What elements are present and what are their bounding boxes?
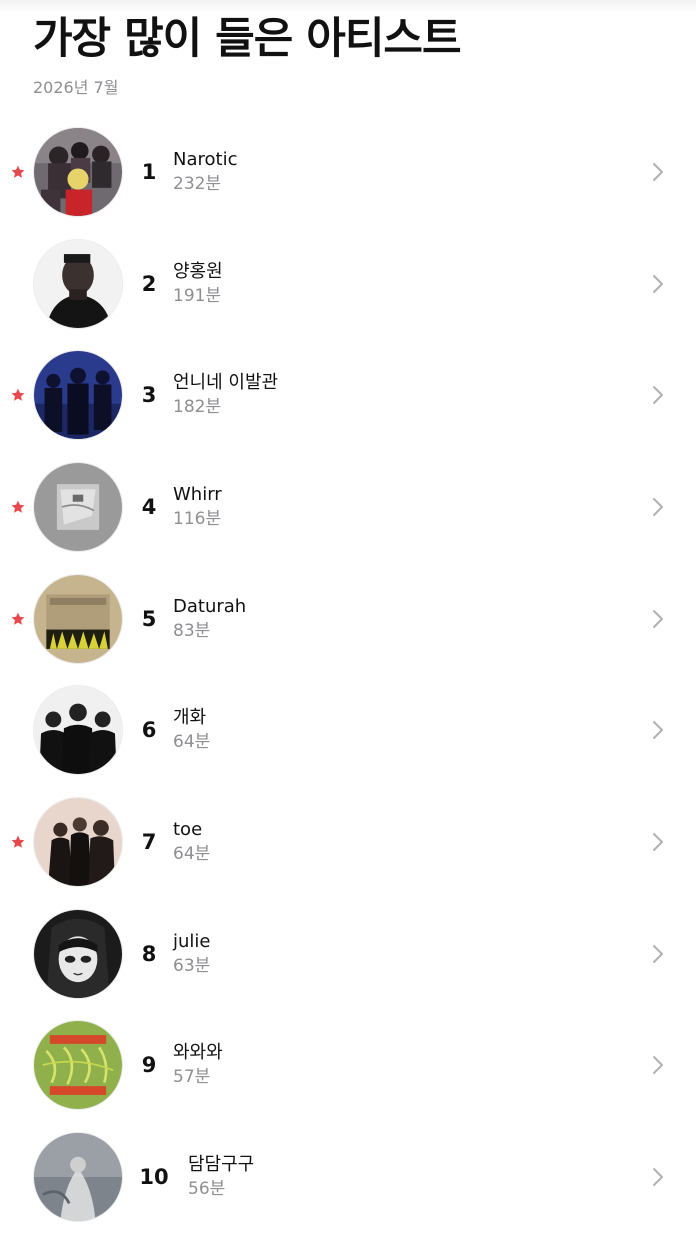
artist-row-9[interactable]: 9 와와와 57분: [0, 1010, 696, 1122]
artist-name: 담담구구: [188, 1154, 255, 1176]
artist-info: Whirr 116분: [173, 483, 222, 531]
artist-avatar: [33, 908, 123, 999]
rank-number: 7: [141, 829, 157, 854]
rank-number: 4: [141, 494, 157, 519]
listening-minutes: 64분: [173, 843, 211, 864]
artist-row-4[interactable]: 4 Whirr 116분: [0, 451, 696, 563]
artist-avatar: [33, 126, 123, 217]
artist-row-7[interactable]: 7 toe 64분: [0, 786, 696, 898]
artist-info: 개화 64분: [173, 706, 210, 754]
artist-name: 와와와: [173, 1042, 223, 1064]
chevron-right-icon: [653, 274, 663, 293]
artist-list: 1 Narotic 232분 2 양홍원 191분 3 언니네 이발관 182분…: [0, 116, 696, 1233]
chevron-right-icon: [653, 944, 663, 963]
listening-minutes: 232분: [173, 173, 222, 194]
artist-name: 양홍원: [173, 260, 223, 282]
rank-number: 6: [141, 718, 157, 743]
rank-number: 10: [139, 1165, 169, 1190]
chevron-right-icon: [653, 386, 663, 405]
chevron-right-icon: [653, 609, 663, 628]
listening-minutes: 57분: [173, 1067, 211, 1088]
rank-number: 1: [141, 159, 157, 184]
listening-minutes: 64분: [173, 732, 211, 753]
artist-name: 개화: [173, 707, 207, 729]
rank-number: 5: [141, 606, 157, 631]
star-icon: [11, 165, 25, 178]
artist-info: julie 63분: [173, 930, 211, 978]
artist-row-1[interactable]: 1 Narotic 232분: [0, 116, 696, 228]
chevron-right-icon: [653, 497, 663, 516]
chevron-right-icon: [653, 162, 663, 181]
artist-name: Whirr: [173, 483, 222, 505]
listening-minutes: 63분: [173, 955, 211, 976]
artist-avatar: [33, 238, 123, 329]
artist-info: 담담구구 56분: [188, 1153, 254, 1201]
artist-avatar: [33, 1132, 123, 1223]
listening-minutes: 56분: [188, 1179, 226, 1200]
artist-row-2[interactable]: 2 양홍원 191분: [0, 228, 696, 340]
artist-name: 언니네 이발관: [173, 372, 279, 394]
artist-avatar: [33, 573, 123, 664]
star-icon: [11, 500, 25, 513]
artist-avatar: [33, 461, 123, 552]
artist-name: julie: [173, 930, 211, 952]
star-icon: [11, 835, 25, 848]
artist-row-3[interactable]: 3 언니네 이발관 182분: [0, 339, 696, 451]
star-icon: [11, 612, 25, 625]
artist-info: Narotic 232분: [173, 148, 237, 196]
listening-minutes: 83분: [173, 620, 211, 641]
page-title: 가장 많이 들은 아티스트: [33, 14, 462, 64]
artist-info: 양홍원 191분: [173, 260, 223, 308]
listening-minutes: 191분: [173, 285, 222, 306]
artist-name: Daturah: [173, 595, 247, 617]
artist-avatar: [33, 796, 123, 887]
artist-avatar: [33, 1020, 123, 1111]
artist-info: 와와와 57분: [173, 1041, 223, 1089]
artist-row-5[interactable]: 5 Daturah 83분: [0, 563, 696, 675]
artist-avatar: [33, 350, 123, 441]
artist-name: toe: [173, 818, 203, 840]
rank-number: 2: [141, 271, 157, 296]
chevron-right-icon: [653, 832, 663, 851]
artist-row-6[interactable]: 6 개화 64분: [0, 674, 696, 786]
rank-number: 8: [141, 941, 157, 966]
listening-minutes: 116분: [173, 508, 222, 529]
artist-info: Daturah 83분: [173, 595, 246, 643]
rank-number: 3: [141, 383, 157, 408]
top-edge-shadow: [0, 0, 696, 14]
artist-avatar: [33, 685, 123, 776]
chevron-right-icon: [653, 1168, 663, 1187]
chevron-right-icon: [653, 1056, 663, 1075]
page-subtitle: 2026년 7월: [33, 78, 119, 97]
artist-info: 언니네 이발관 182분: [173, 371, 278, 419]
rank-number: 9: [141, 1053, 157, 1078]
listening-minutes: 182분: [173, 397, 222, 418]
star-icon: [11, 388, 25, 401]
chevron-right-icon: [653, 721, 663, 740]
artist-info: toe 64분: [173, 818, 210, 866]
artist-row-10[interactable]: 10 담담구구 56분: [0, 1121, 696, 1233]
artist-row-8[interactable]: 8 julie 63분: [0, 898, 696, 1010]
artist-name: Narotic: [173, 148, 238, 170]
